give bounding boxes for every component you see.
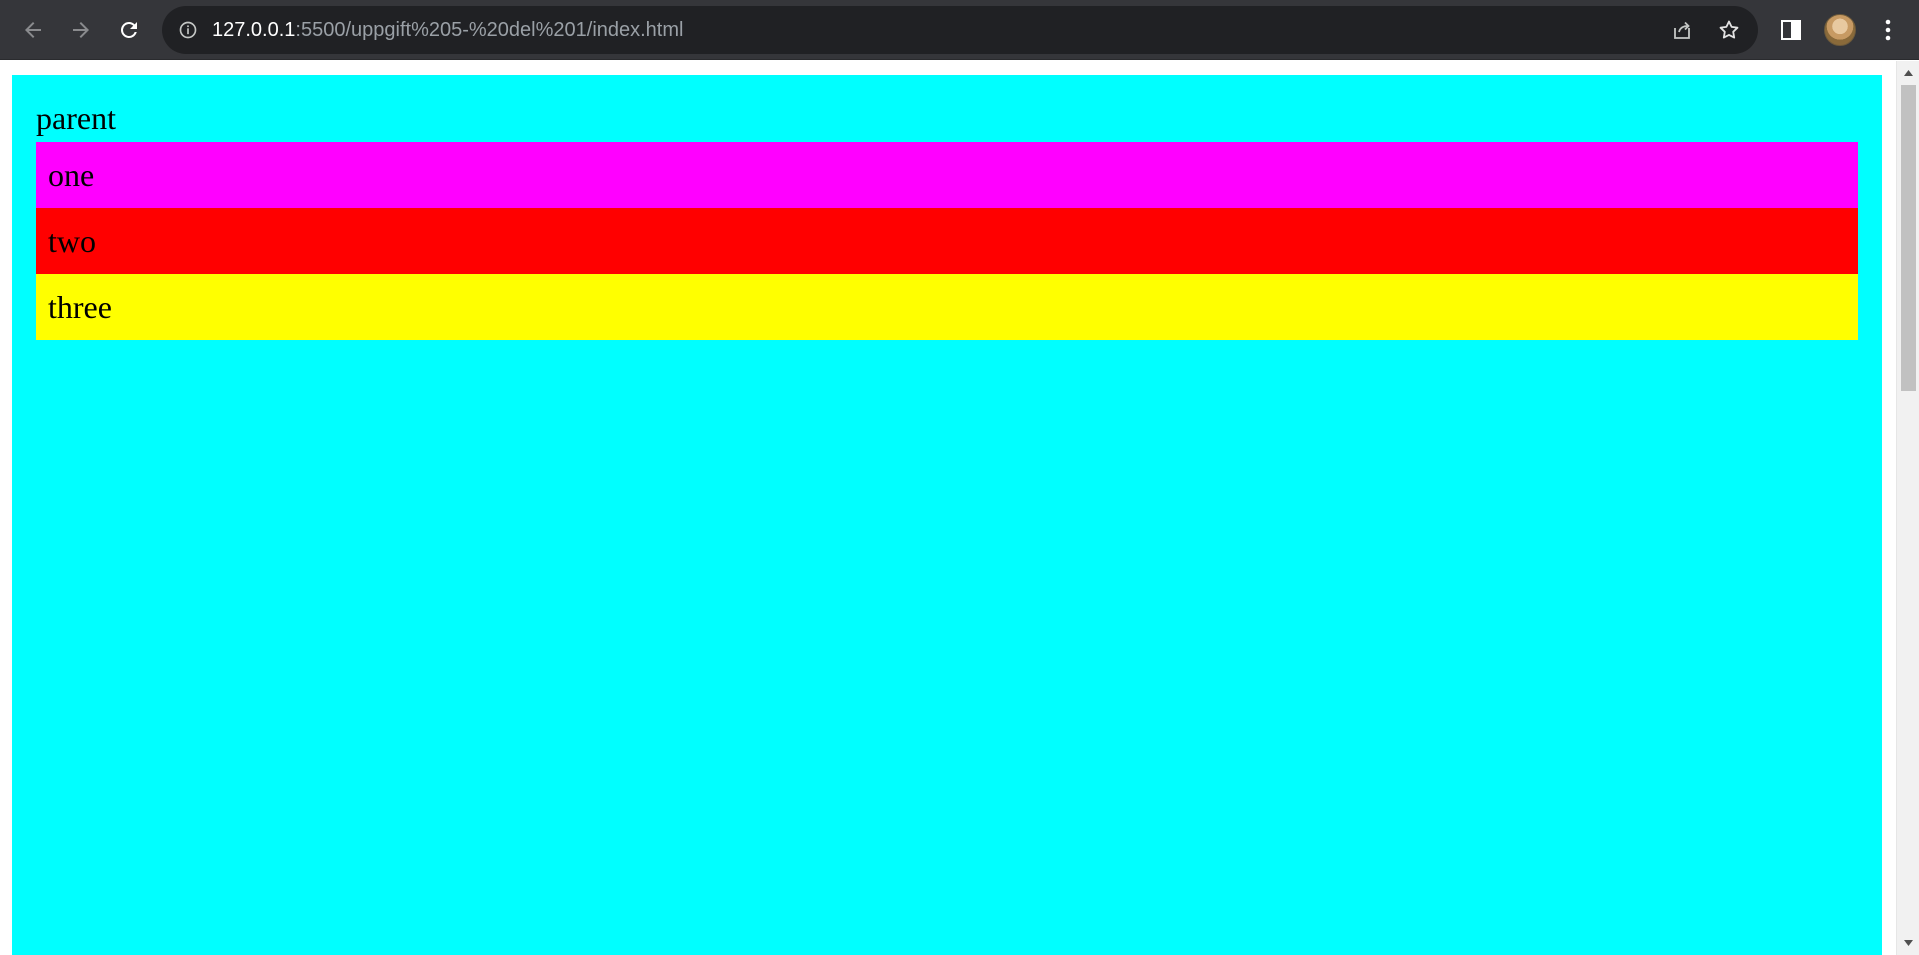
- vertical-scrollbar[interactable]: [1896, 61, 1919, 955]
- address-bar[interactable]: 127.0.0.1:5500/uppgift%205-%20del%201/in…: [162, 6, 1758, 54]
- url-path: :5500/uppgift%205-%20del%201/index.html: [295, 19, 684, 41]
- back-button[interactable]: [13, 10, 53, 50]
- reload-button[interactable]: [109, 10, 149, 50]
- child-three-label: three: [48, 289, 112, 325]
- scrollbar-thumb[interactable]: [1901, 85, 1916, 391]
- scroll-down-arrow-icon[interactable]: [1903, 939, 1914, 947]
- scroll-up-arrow-icon[interactable]: [1903, 69, 1914, 77]
- child-one: one: [36, 142, 1858, 208]
- child-two-label: two: [48, 223, 96, 259]
- reload-icon: [121, 22, 137, 38]
- child-two: two: [36, 208, 1858, 274]
- arrow-left-icon: [25, 22, 41, 38]
- kebab-menu-icon[interactable]: [1876, 16, 1900, 44]
- browser-toolbar: 127.0.0.1:5500/uppgift%205-%20del%201/in…: [0, 0, 1919, 60]
- share-icon[interactable]: [1670, 18, 1694, 42]
- parent-box: parent one two three: [12, 75, 1882, 955]
- parent-label: parent: [36, 100, 116, 136]
- star-icon[interactable]: [1717, 18, 1741, 42]
- page-viewport: parent one two three: [0, 61, 1896, 955]
- side-panel-icon[interactable]: [1779, 18, 1803, 42]
- avatar[interactable]: [1824, 14, 1856, 46]
- info-icon[interactable]: [178, 20, 198, 40]
- child-three: three: [36, 274, 1858, 340]
- child-one-label: one: [48, 157, 95, 193]
- arrow-right-icon: [73, 22, 89, 38]
- url-host: 127.0.0.1: [212, 19, 296, 41]
- forward-button[interactable]: [61, 10, 101, 50]
- url-text[interactable]: 127.0.0.1:5500/uppgift%205-%20del%201/in…: [212, 6, 683, 54]
